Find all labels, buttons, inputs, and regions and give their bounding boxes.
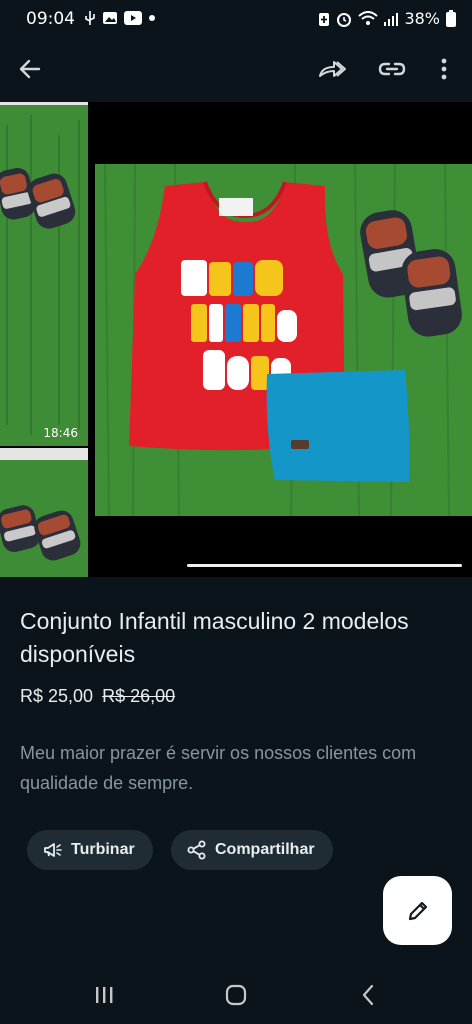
megaphone-icon	[44, 843, 62, 857]
dot-icon	[149, 15, 155, 21]
battery-percent: 38%	[404, 9, 440, 28]
share-label: Compartilhar	[215, 841, 315, 858]
home-icon	[225, 984, 247, 1006]
product-image-gallery[interactable]: 18:46	[0, 102, 472, 577]
product-image	[95, 164, 472, 516]
alarm-icon	[337, 12, 352, 27]
link-icon	[378, 62, 406, 76]
old-price: R$ 26,00	[102, 686, 176, 706]
product-description: Meu maior prazer é servir os nossos clie…	[20, 743, 417, 793]
forward-icon	[319, 61, 346, 77]
pencil-icon	[408, 901, 427, 920]
signal-icon	[384, 12, 399, 26]
image-icon	[103, 12, 117, 24]
app-bar	[0, 38, 472, 102]
boost-label: Turbinar	[71, 841, 135, 858]
back-button[interactable]	[10, 49, 50, 89]
share-icon	[187, 840, 206, 860]
sandals-image	[0, 460, 88, 577]
boost-button[interactable]: Turbinar	[27, 830, 153, 870]
battery-icon	[446, 10, 456, 27]
message-time: 18:46	[43, 426, 78, 440]
status-time: 09:04	[26, 9, 75, 29]
notification-icons	[84, 10, 156, 26]
usb-icon	[85, 11, 95, 25]
status-right: 38%	[318, 9, 456, 28]
battery-saver-icon	[319, 12, 330, 26]
chevron-left-icon	[362, 984, 374, 1006]
edit-button[interactable]	[383, 876, 452, 945]
share-button[interactable]: Compartilhar	[171, 830, 333, 870]
product-photo[interactable]	[95, 164, 472, 516]
gallery-thumbnail[interactable]	[0, 448, 88, 577]
recents-icon	[96, 987, 113, 1003]
more-vert-icon	[441, 58, 447, 80]
copy-link-button[interactable]	[372, 49, 412, 89]
product-title: Conjunto Infantil masculino 2 modelos di…	[20, 608, 409, 667]
gallery-thumbnail[interactable]: 18:46	[0, 102, 88, 446]
price-row: R$ 25,00 R$ 26,00	[20, 686, 175, 707]
home-button[interactable]	[216, 980, 256, 1010]
more-options-button[interactable]	[424, 49, 464, 89]
system-navigation-bar	[0, 966, 472, 1024]
back-nav-button[interactable]	[348, 980, 388, 1010]
status-bar: 09:04 38%	[0, 0, 472, 38]
current-price: R$ 25,00	[20, 686, 94, 706]
youtube-icon	[124, 11, 142, 25]
sandals-image	[0, 105, 88, 446]
back-arrow-icon	[19, 59, 41, 79]
forward-button[interactable]	[312, 49, 352, 89]
wifi-icon	[358, 10, 379, 25]
gallery-scroll-indicator	[187, 564, 462, 567]
recent-apps-button[interactable]	[84, 980, 124, 1010]
